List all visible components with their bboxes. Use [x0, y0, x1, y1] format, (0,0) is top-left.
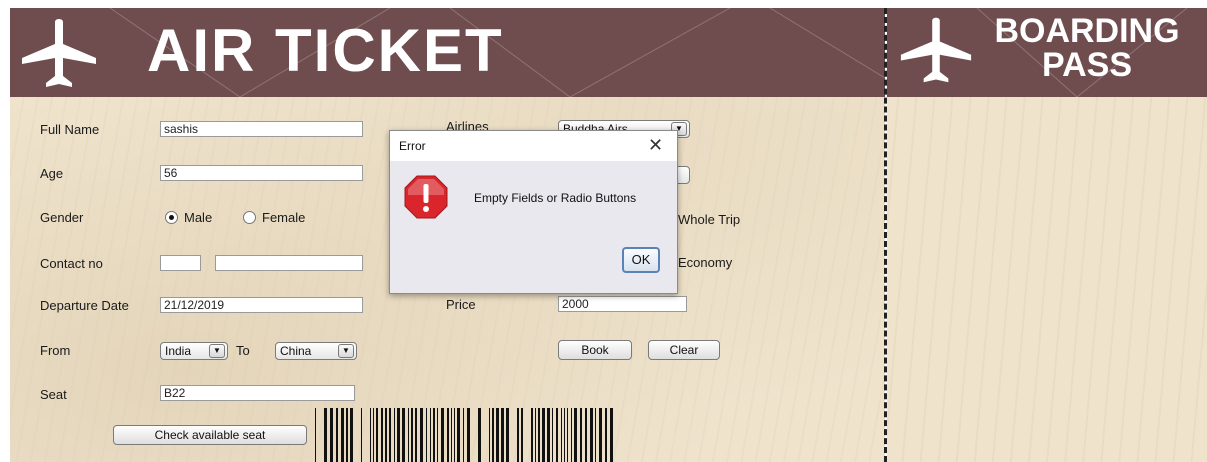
chevron-down-icon: ▼: [209, 344, 225, 358]
contact-label: Contact no: [40, 256, 103, 271]
ticket-header: AIR TICKET: [10, 8, 885, 97]
seat-input[interactable]: B22: [160, 385, 355, 401]
economy-option-label: Economy: [678, 255, 733, 270]
ticket-title: AIR TICKET: [147, 17, 504, 84]
dialog-message: Empty Fields or Radio Buttons: [474, 191, 637, 205]
price-label: Price: [446, 297, 476, 312]
from-select-value: India: [165, 344, 192, 358]
book-button[interactable]: Book: [558, 340, 632, 360]
boarding-pass-header: BOARDING PASS: [887, 8, 1207, 97]
departure-date-input[interactable]: 21/12/2019: [160, 297, 363, 313]
airplane-icon: [22, 19, 96, 87]
departure-date-label: Departure Date: [40, 298, 129, 313]
gender-male-radio[interactable]: [165, 211, 178, 224]
from-select[interactable]: India ▼: [160, 342, 228, 360]
seat-label: Seat: [40, 387, 67, 402]
boarding-pass-title: BOARDING PASS: [967, 14, 1207, 82]
age-input[interactable]: 56: [160, 165, 363, 181]
to-label: To: [236, 343, 250, 358]
error-dialog[interactable]: Error ✕ Empty Fields or Radio Buttons OK: [389, 130, 678, 294]
ok-button[interactable]: OK: [622, 247, 660, 273]
full-name-input[interactable]: sashis: [160, 121, 363, 137]
price-input[interactable]: 2000: [558, 296, 687, 312]
full-name-label: Full Name: [40, 122, 100, 137]
from-label: From: [40, 343, 71, 358]
error-icon: [404, 175, 448, 219]
clear-button[interactable]: Clear: [648, 340, 720, 360]
gender-female-radio[interactable]: [243, 211, 256, 224]
gender-female-label: Female: [262, 210, 306, 225]
check-available-seat-button[interactable]: Check available seat: [113, 425, 307, 445]
dialog-titlebar[interactable]: Error ✕: [390, 131, 677, 161]
contact-code-input[interactable]: [160, 255, 201, 271]
boarding-pass-panel: BOARDING PASS: [887, 8, 1207, 462]
airplane-icon: [900, 17, 972, 83]
to-select-value: China: [280, 344, 312, 358]
gender-male-label: Male: [184, 210, 213, 225]
dialog-title: Error: [399, 139, 426, 153]
whole-trip-option-label: Whole Trip: [678, 212, 741, 227]
to-select[interactable]: China ▼: [275, 342, 357, 360]
age-label: Age: [40, 166, 64, 181]
boarding-pass-title-line1: BOARDING: [994, 12, 1180, 50]
contact-number-input[interactable]: [215, 255, 363, 271]
close-icon[interactable]: ✕: [648, 135, 663, 156]
barcode: [315, 408, 613, 462]
boarding-pass-title-line2: PASS: [1041, 46, 1133, 84]
gender-label: Gender: [40, 210, 84, 225]
chevron-down-icon: ▼: [338, 344, 354, 358]
